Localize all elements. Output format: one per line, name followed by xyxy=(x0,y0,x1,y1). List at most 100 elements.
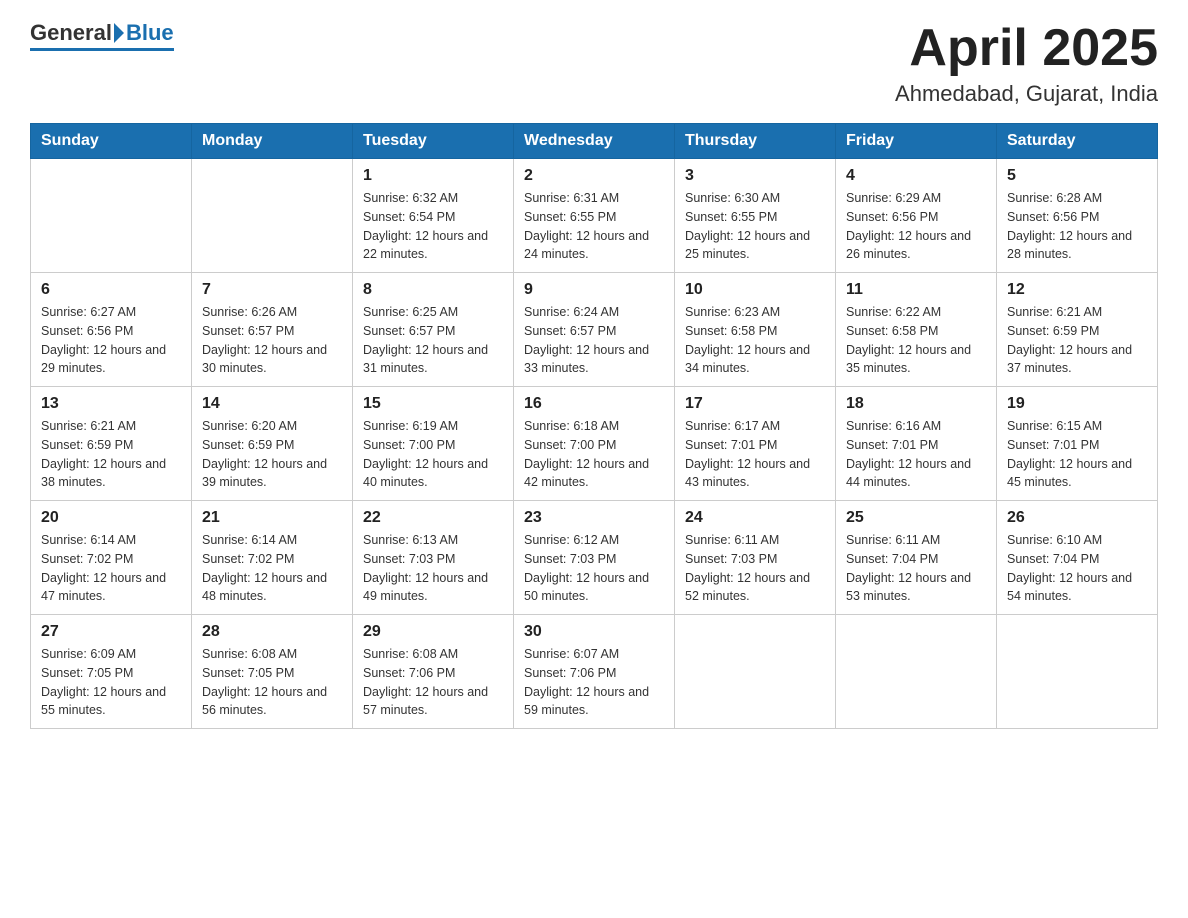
day-info: Sunrise: 6:21 AMSunset: 6:59 PMDaylight:… xyxy=(41,417,181,492)
day-number: 7 xyxy=(202,281,342,299)
day-number: 24 xyxy=(685,509,825,527)
day-info: Sunrise: 6:15 AMSunset: 7:01 PMDaylight:… xyxy=(1007,417,1147,492)
calendar-cell: 14 Sunrise: 6:20 AMSunset: 6:59 PMDayligh… xyxy=(192,387,353,501)
column-header-monday: Monday xyxy=(192,124,353,159)
day-info: Sunrise: 6:30 AMSunset: 6:55 PMDaylight:… xyxy=(685,189,825,264)
day-info: Sunrise: 6:29 AMSunset: 6:56 PMDaylight:… xyxy=(846,189,986,264)
calendar-cell: 8 Sunrise: 6:25 AMSunset: 6:57 PMDaylight… xyxy=(353,273,514,387)
day-info: Sunrise: 6:14 AMSunset: 7:02 PMDaylight:… xyxy=(41,531,181,606)
calendar-cell: 26 Sunrise: 6:10 AMSunset: 7:04 PMDayligh… xyxy=(997,501,1158,615)
calendar-cell: 30 Sunrise: 6:07 AMSunset: 7:06 PMDayligh… xyxy=(514,615,675,729)
calendar-cell xyxy=(997,615,1158,729)
calendar-week-3: 13Sunrise: 6:21 AMSunset: 6:59 PMDayligh… xyxy=(31,387,1158,501)
calendar-cell xyxy=(31,159,192,273)
day-info: Sunrise: 6:20 AMSunset: 6:59 PMDaylight:… xyxy=(202,417,342,492)
day-info: Sunrise: 6:26 AMSunset: 6:57 PMDaylight:… xyxy=(202,303,342,378)
day-info: Sunrise: 6:17 AMSunset: 7:01 PMDaylight:… xyxy=(685,417,825,492)
calendar-cell: 24 Sunrise: 6:11 AMSunset: 7:03 PMDayligh… xyxy=(675,501,836,615)
calendar-cell: 2Sunrise: 6:31 AMSunset: 6:55 PMDaylight… xyxy=(514,159,675,273)
calendar-cell: 28 Sunrise: 6:08 AMSunset: 7:05 PMDayligh… xyxy=(192,615,353,729)
day-number: 2 xyxy=(524,167,664,185)
day-number: 9 xyxy=(524,281,664,299)
day-number: 14 xyxy=(202,395,342,413)
day-number: 18 xyxy=(846,395,986,413)
day-info: Sunrise: 6:07 AMSunset: 7:06 PMDaylight:… xyxy=(524,645,664,720)
calendar-week-4: 20 Sunrise: 6:14 AMSunset: 7:02 PMDayligh… xyxy=(31,501,1158,615)
day-info: Sunrise: 6:32 AMSunset: 6:54 PMDaylight:… xyxy=(363,189,503,264)
day-number: 12 xyxy=(1007,281,1147,299)
calendar-week-5: 27 Sunrise: 6:09 AMSunset: 7:05 PMDayligh… xyxy=(31,615,1158,729)
day-number: 19 xyxy=(1007,395,1147,413)
day-number: 8 xyxy=(363,281,503,299)
column-header-wednesday: Wednesday xyxy=(514,124,675,159)
day-info: Sunrise: 6:09 AMSunset: 7:05 PMDaylight:… xyxy=(41,645,181,720)
column-header-thursday: Thursday xyxy=(675,124,836,159)
day-info: Sunrise: 6:24 AMSunset: 6:57 PMDaylight:… xyxy=(524,303,664,378)
day-info: Sunrise: 6:18 AMSunset: 7:00 PMDaylight:… xyxy=(524,417,664,492)
calendar-cell: 3Sunrise: 6:30 AMSunset: 6:55 PMDaylight… xyxy=(675,159,836,273)
day-info: Sunrise: 6:08 AMSunset: 7:06 PMDaylight:… xyxy=(363,645,503,720)
calendar-header: SundayMondayTuesdayWednesdayThursdayFrid… xyxy=(31,124,1158,159)
calendar-table: SundayMondayTuesdayWednesdayThursdayFrid… xyxy=(30,123,1158,729)
day-number: 4 xyxy=(846,167,986,185)
day-info: Sunrise: 6:11 AMSunset: 7:03 PMDaylight:… xyxy=(685,531,825,606)
calendar-week-1: 1Sunrise: 6:32 AMSunset: 6:54 PMDaylight… xyxy=(31,159,1158,273)
day-info: Sunrise: 6:21 AMSunset: 6:59 PMDaylight:… xyxy=(1007,303,1147,378)
day-number: 5 xyxy=(1007,167,1147,185)
page-title: April 2025 xyxy=(895,20,1158,77)
day-number: 22 xyxy=(363,509,503,527)
calendar-cell: 6 Sunrise: 6:27 AMSunset: 6:56 PMDaylight… xyxy=(31,273,192,387)
page-header: General Blue April 2025 Ahmedabad, Gujar… xyxy=(30,20,1158,107)
day-info: Sunrise: 6:14 AMSunset: 7:02 PMDaylight:… xyxy=(202,531,342,606)
logo-blue-text: Blue xyxy=(126,20,174,46)
calendar-cell: 7 Sunrise: 6:26 AMSunset: 6:57 PMDaylight… xyxy=(192,273,353,387)
day-info: Sunrise: 6:08 AMSunset: 7:05 PMDaylight:… xyxy=(202,645,342,720)
day-info: Sunrise: 6:10 AMSunset: 7:04 PMDaylight:… xyxy=(1007,531,1147,606)
calendar-cell: 27 Sunrise: 6:09 AMSunset: 7:05 PMDayligh… xyxy=(31,615,192,729)
calendar-cell: 19 Sunrise: 6:15 AMSunset: 7:01 PMDayligh… xyxy=(997,387,1158,501)
logo-underline xyxy=(30,48,174,51)
day-number: 26 xyxy=(1007,509,1147,527)
calendar-body: 1Sunrise: 6:32 AMSunset: 6:54 PMDaylight… xyxy=(31,159,1158,729)
day-info: Sunrise: 6:11 AMSunset: 7:04 PMDaylight:… xyxy=(846,531,986,606)
day-info: Sunrise: 6:19 AMSunset: 7:00 PMDaylight:… xyxy=(363,417,503,492)
day-info: Sunrise: 6:22 AMSunset: 6:58 PMDaylight:… xyxy=(846,303,986,378)
calendar-cell: 13Sunrise: 6:21 AMSunset: 6:59 PMDayligh… xyxy=(31,387,192,501)
day-number: 15 xyxy=(363,395,503,413)
day-info: Sunrise: 6:12 AMSunset: 7:03 PMDaylight:… xyxy=(524,531,664,606)
day-number: 16 xyxy=(524,395,664,413)
day-info: Sunrise: 6:23 AMSunset: 6:58 PMDaylight:… xyxy=(685,303,825,378)
calendar-cell: 25 Sunrise: 6:11 AMSunset: 7:04 PMDayligh… xyxy=(836,501,997,615)
calendar-cell: 18Sunrise: 6:16 AMSunset: 7:01 PMDayligh… xyxy=(836,387,997,501)
day-info: Sunrise: 6:28 AMSunset: 6:56 PMDaylight:… xyxy=(1007,189,1147,264)
day-number: 27 xyxy=(41,623,181,641)
calendar-cell: 23Sunrise: 6:12 AMSunset: 7:03 PMDayligh… xyxy=(514,501,675,615)
calendar-cell: 15 Sunrise: 6:19 AMSunset: 7:00 PMDayligh… xyxy=(353,387,514,501)
day-info: Sunrise: 6:27 AMSunset: 6:56 PMDaylight:… xyxy=(41,303,181,378)
title-block: April 2025 Ahmedabad, Gujarat, India xyxy=(895,20,1158,107)
calendar-cell xyxy=(675,615,836,729)
header-row: SundayMondayTuesdayWednesdayThursdayFrid… xyxy=(31,124,1158,159)
calendar-week-2: 6 Sunrise: 6:27 AMSunset: 6:56 PMDaylight… xyxy=(31,273,1158,387)
logo-general-text: General xyxy=(30,20,112,46)
calendar-cell: 9 Sunrise: 6:24 AMSunset: 6:57 PMDaylight… xyxy=(514,273,675,387)
day-number: 6 xyxy=(41,281,181,299)
day-number: 11 xyxy=(846,281,986,299)
calendar-cell: 10Sunrise: 6:23 AMSunset: 6:58 PMDayligh… xyxy=(675,273,836,387)
day-number: 20 xyxy=(41,509,181,527)
logo: General Blue xyxy=(30,20,174,51)
day-number: 21 xyxy=(202,509,342,527)
calendar-cell: 21 Sunrise: 6:14 AMSunset: 7:02 PMDayligh… xyxy=(192,501,353,615)
day-number: 28 xyxy=(202,623,342,641)
calendar-cell: 1Sunrise: 6:32 AMSunset: 6:54 PMDaylight… xyxy=(353,159,514,273)
calendar-cell: 22Sunrise: 6:13 AMSunset: 7:03 PMDayligh… xyxy=(353,501,514,615)
column-header-friday: Friday xyxy=(836,124,997,159)
day-info: Sunrise: 6:25 AMSunset: 6:57 PMDaylight:… xyxy=(363,303,503,378)
calendar-cell: 12 Sunrise: 6:21 AMSunset: 6:59 PMDayligh… xyxy=(997,273,1158,387)
day-number: 17 xyxy=(685,395,825,413)
day-number: 29 xyxy=(363,623,503,641)
calendar-cell xyxy=(192,159,353,273)
day-number: 30 xyxy=(524,623,664,641)
day-number: 25 xyxy=(846,509,986,527)
calendar-cell xyxy=(836,615,997,729)
